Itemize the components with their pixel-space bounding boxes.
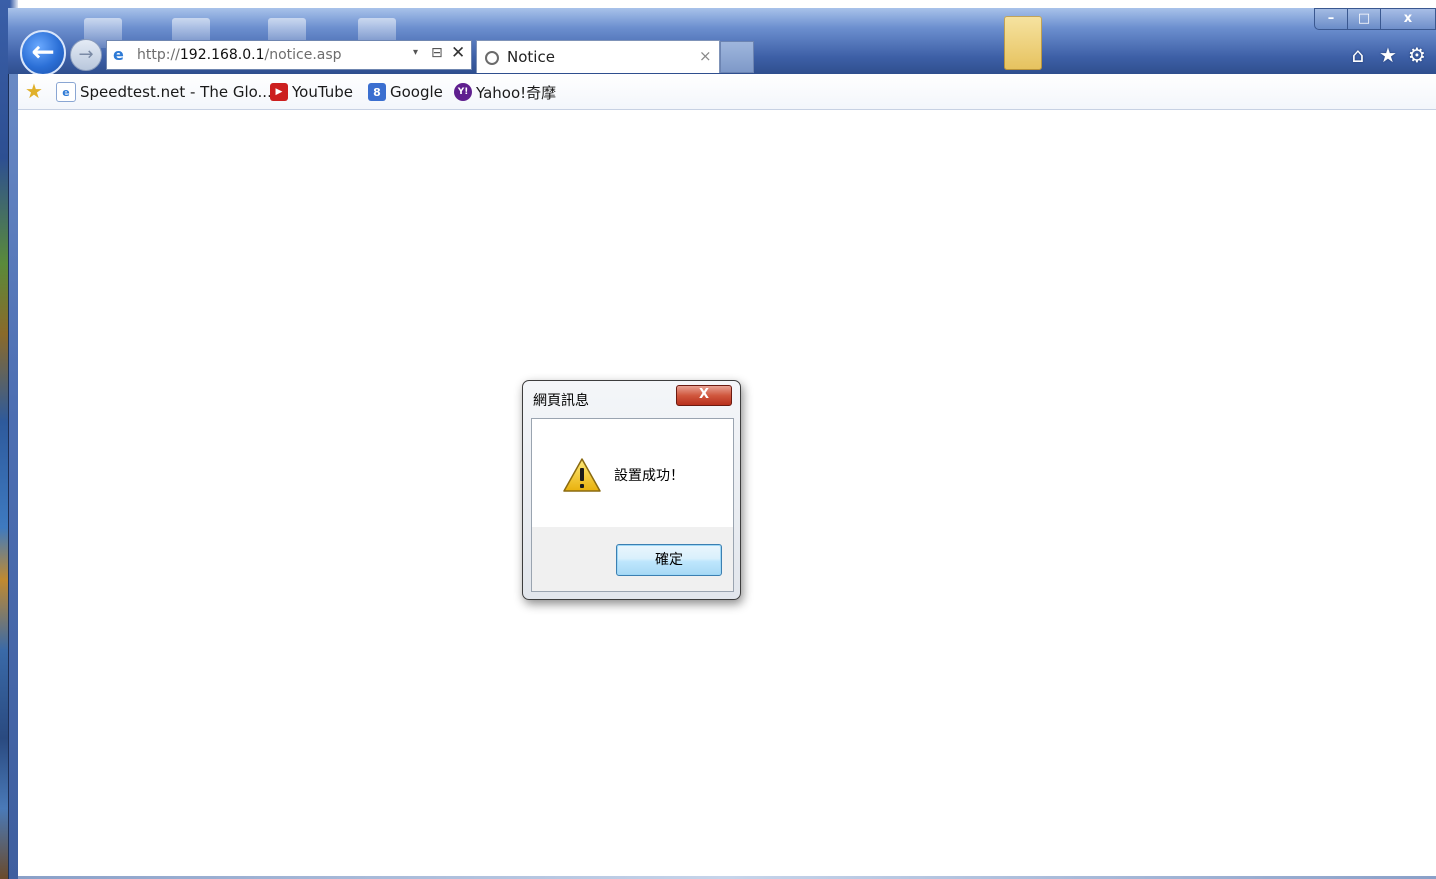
tab-close-icon[interactable]: × bbox=[699, 47, 712, 65]
dialog-message: 設置成功！ bbox=[614, 468, 684, 484]
dialog-body: 設置成功！ 確定 bbox=[531, 418, 734, 592]
favorite-google[interactable]: 8 Google bbox=[368, 82, 443, 102]
yahoo-icon: Y! bbox=[454, 83, 472, 101]
desktop-folder-icon bbox=[1004, 16, 1042, 70]
favorites-star-icon[interactable]: ★ bbox=[1376, 43, 1400, 67]
favorite-label: Speedtest.net - The Glo... bbox=[80, 83, 272, 101]
new-tab-button[interactable] bbox=[720, 41, 754, 73]
minimize-button[interactable]: – bbox=[1314, 8, 1348, 30]
back-button[interactable]: ← bbox=[20, 30, 66, 76]
ok-button[interactable]: 確定 bbox=[616, 544, 722, 576]
favorite-label: Google bbox=[390, 83, 443, 101]
favorite-youtube[interactable]: ▶ YouTube bbox=[270, 82, 353, 102]
forward-button[interactable]: → bbox=[70, 39, 102, 71]
favorite-label: YouTube bbox=[292, 83, 353, 101]
maximize-button[interactable]: □ bbox=[1347, 8, 1381, 30]
tab-title: Notice bbox=[507, 48, 555, 66]
dialog-close-button[interactable]: X bbox=[676, 385, 732, 406]
favorite-label: Yahoo!奇摩 bbox=[476, 83, 557, 102]
favorite-speedtest[interactable]: e Speedtest.net - The Glo... bbox=[56, 82, 272, 102]
loading-spinner-icon bbox=[485, 51, 499, 65]
tab-notice[interactable]: Notice × bbox=[476, 40, 720, 73]
alert-dialog: 網頁訊息 X 設置成功！ 確定 bbox=[522, 380, 741, 600]
address-url[interactable]: http://192.168.0.1/notice.asp bbox=[137, 47, 342, 63]
google-icon: 8 bbox=[368, 83, 386, 101]
youtube-icon: ▶ bbox=[270, 83, 288, 101]
warning-icon bbox=[563, 458, 601, 492]
favorites-bar: ★ e Speedtest.net - The Glo... ▶ YouTube… bbox=[18, 74, 1436, 110]
add-favorite-star-icon[interactable]: ★ bbox=[25, 81, 45, 101]
settings-gear-icon[interactable]: ⚙ bbox=[1405, 43, 1429, 67]
dialog-title: 網頁訊息 bbox=[533, 393, 589, 409]
ie-page-icon: e bbox=[113, 45, 124, 64]
favorite-yahoo[interactable]: Y! Yahoo!奇摩 bbox=[454, 82, 556, 102]
compatibility-view-icon[interactable]: ⊟ bbox=[431, 45, 443, 61]
window-close-button[interactable]: x bbox=[1380, 8, 1436, 30]
ie-page-icon: e bbox=[56, 82, 76, 102]
address-dropdown-icon[interactable]: ▾ bbox=[413, 47, 418, 58]
address-bar[interactable]: e http://192.168.0.1/notice.asp ▾ ⊟ ✕ bbox=[106, 40, 472, 70]
home-icon[interactable]: ⌂ bbox=[1346, 43, 1370, 67]
stop-icon[interactable]: ✕ bbox=[451, 43, 465, 63]
